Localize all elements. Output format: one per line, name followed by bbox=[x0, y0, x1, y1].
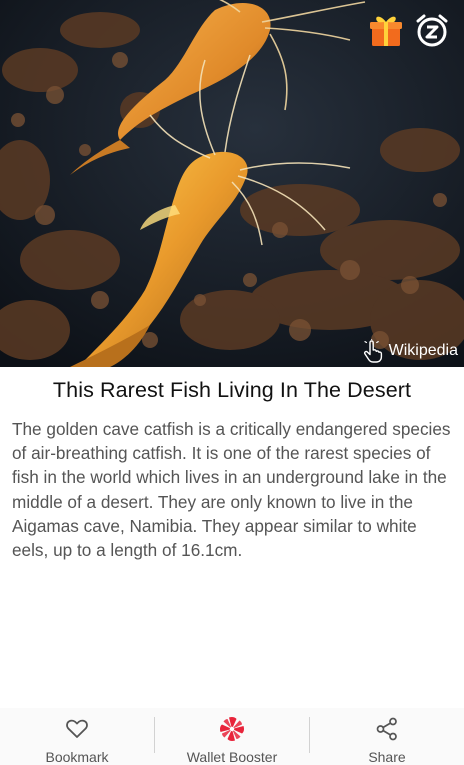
tap-icon bbox=[363, 339, 382, 363]
bookmark-label: Bookmark bbox=[45, 749, 109, 765]
gift-icon[interactable] bbox=[368, 12, 404, 48]
article-title: This Rarest Fish Living In The Desert bbox=[52, 378, 412, 402]
bottom-action-bar: Bookmark Wallet Booster Share bbox=[0, 708, 464, 765]
wallet-booster-label: Wallet Booster bbox=[186, 749, 278, 765]
article-image: Wikipedia bbox=[0, 0, 464, 367]
pinwheel-icon bbox=[220, 717, 244, 741]
wallet-booster-button[interactable]: Wallet Booster bbox=[155, 708, 309, 765]
share-button[interactable]: Share bbox=[310, 708, 464, 765]
snooze-icon[interactable] bbox=[414, 12, 450, 48]
source-label: Wikipedia bbox=[388, 342, 458, 359]
catfish-photo bbox=[0, 0, 464, 367]
heart-icon bbox=[66, 719, 88, 738]
bookmark-button[interactable]: Bookmark bbox=[0, 708, 154, 765]
share-icon bbox=[376, 717, 397, 741]
share-label: Share bbox=[368, 749, 406, 765]
wikipedia-source-link[interactable]: Wikipedia bbox=[361, 339, 458, 363]
article-body: The golden cave catfish is a critically … bbox=[12, 419, 451, 561]
